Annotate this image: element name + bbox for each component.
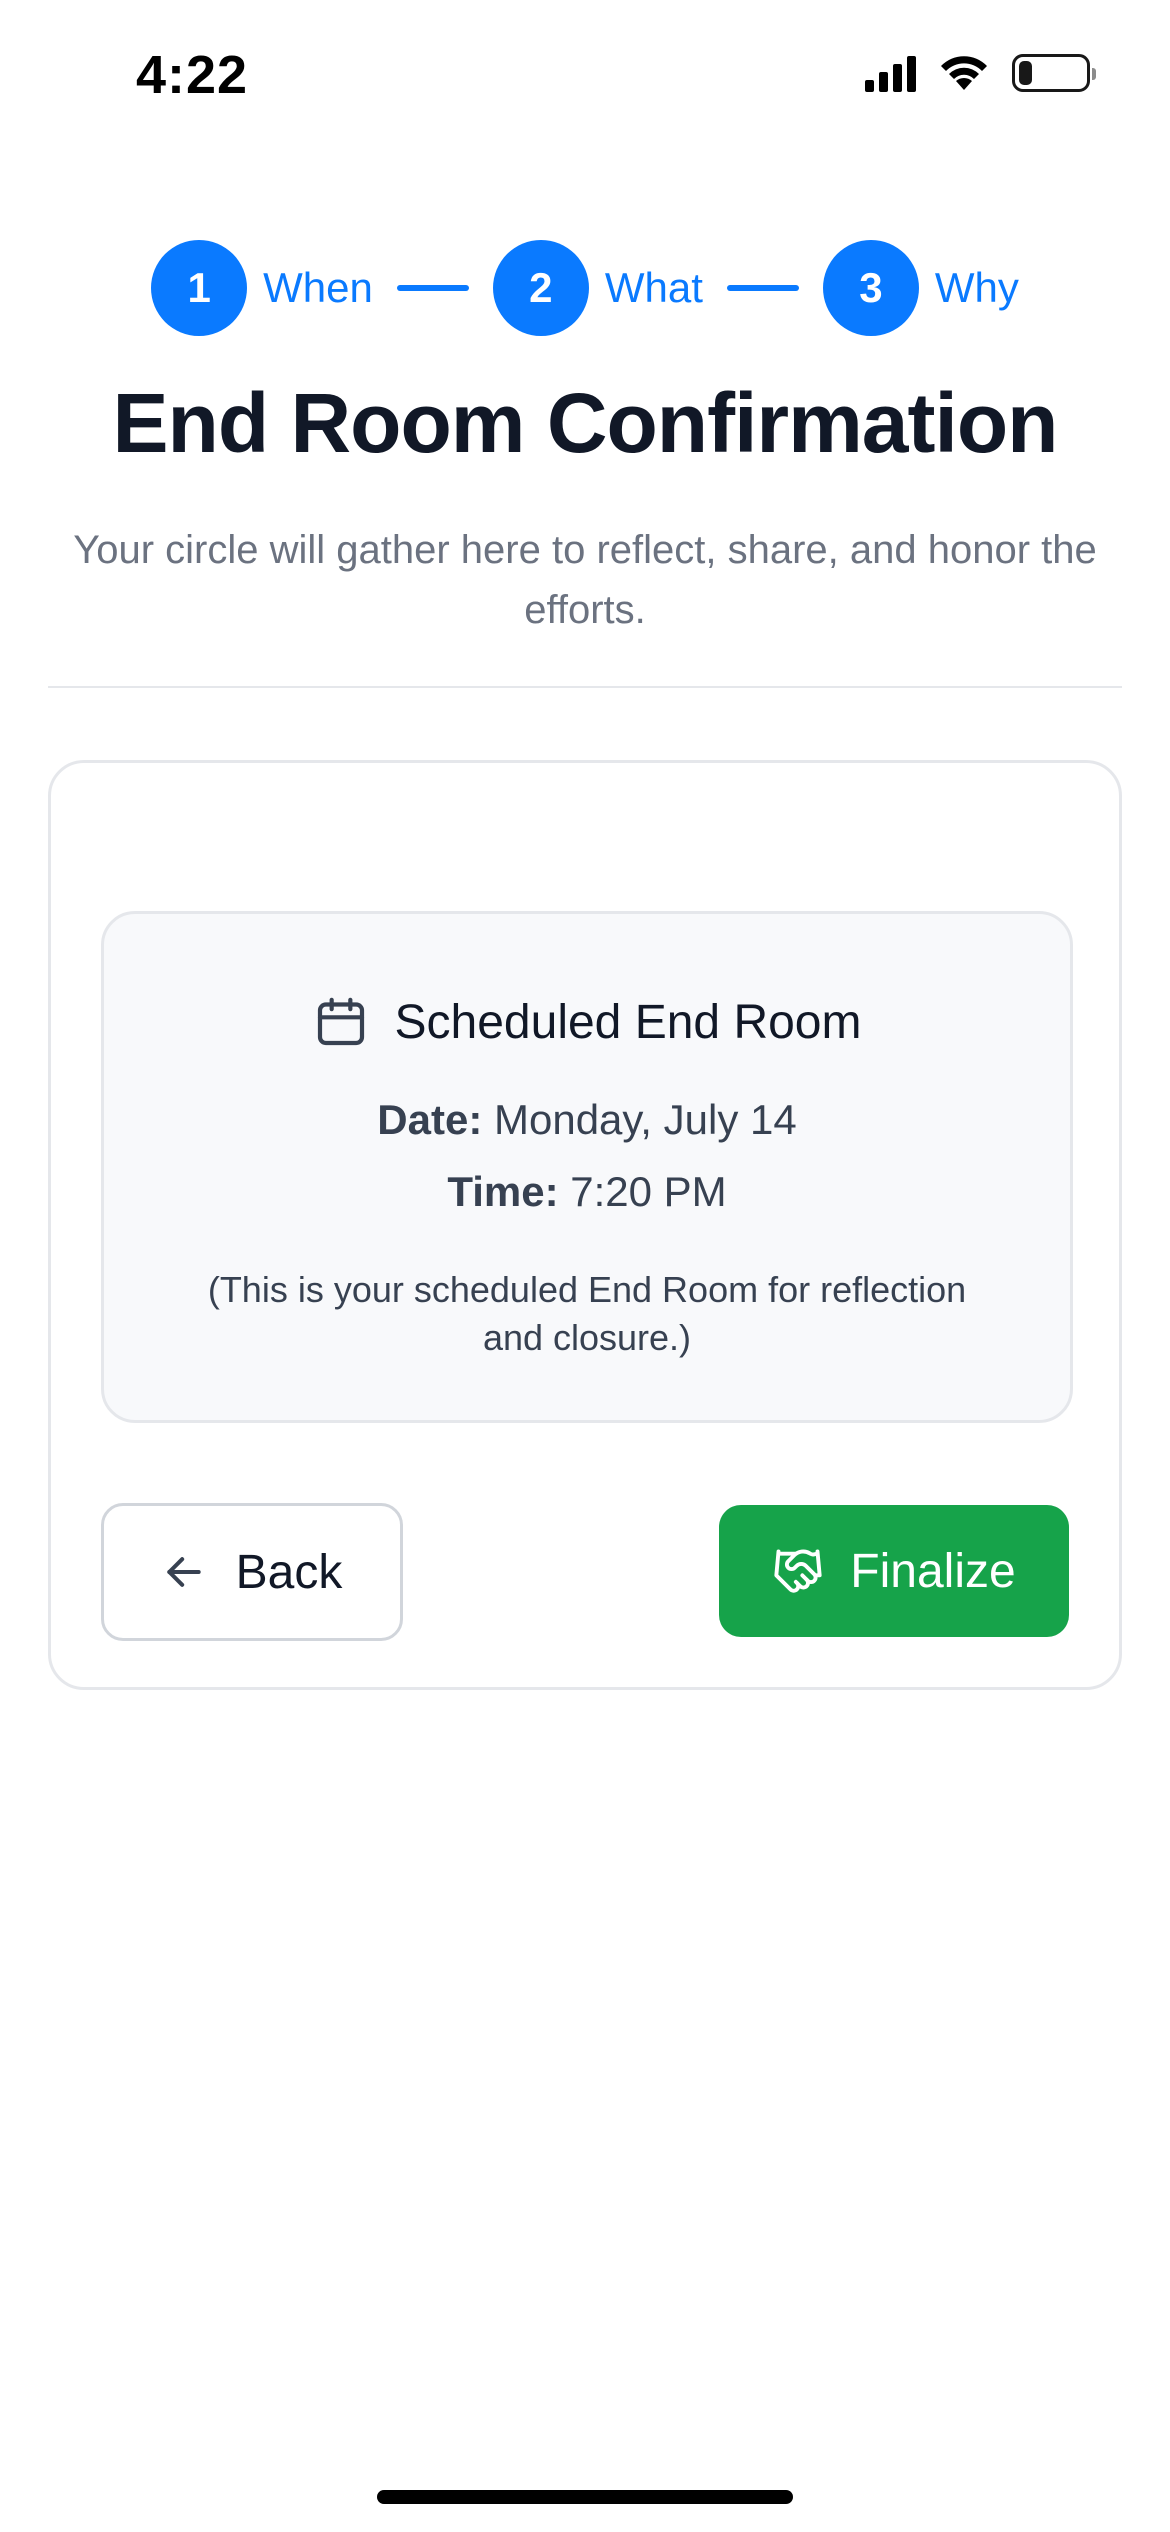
- status-bar: 4:22: [0, 0, 1170, 150]
- confirmation-card: Scheduled End Room Date: Monday, July 14…: [48, 760, 1122, 1690]
- page-subtitle: Your circle will gather here to reflect,…: [73, 528, 1097, 632]
- time-value: 7:20 PM: [570, 1168, 727, 1215]
- step-label: What: [604, 264, 703, 311]
- schedule-date: Date: Monday, July 14: [104, 1096, 1070, 1144]
- cellular-signal-icon: [865, 54, 916, 92]
- step-label: Why: [934, 264, 1019, 311]
- date-value: Monday, July 14: [493, 1096, 797, 1143]
- handshake-icon: [774, 1549, 822, 1593]
- step-connector: [396, 285, 469, 291]
- back-button[interactable]: Back: [101, 1503, 403, 1641]
- page-title: End Room Confirmation: [112, 376, 1059, 470]
- step-when[interactable]: 1 When: [151, 240, 373, 336]
- battery-icon: [1012, 54, 1096, 92]
- step-number: 3: [822, 240, 919, 336]
- wifi-icon: [941, 56, 987, 90]
- schedule-note: (This is your scheduled End Room for ref…: [207, 1269, 967, 1358]
- arrow-left-icon: [166, 1557, 201, 1587]
- screen: 4:22 1 When 2 What 3 Why End Room Confir…: [0, 0, 1170, 2532]
- schedule-heading: Scheduled End Room: [104, 994, 1070, 1050]
- stepper: 1 When 2 What 3 Why: [0, 238, 1170, 338]
- schedule-info-box: Scheduled End Room Date: Monday, July 14…: [101, 911, 1073, 1423]
- date-label: Date:: [377, 1096, 483, 1143]
- step-label: When: [263, 264, 373, 311]
- finalize-button[interactable]: Finalize: [719, 1505, 1069, 1637]
- battery-level: [1019, 61, 1032, 85]
- home-indicator[interactable]: [377, 2490, 793, 2504]
- status-time: 4:22: [136, 45, 249, 105]
- schedule-heading-text: Scheduled End Room: [394, 995, 862, 1049]
- finalize-button-label: Finalize: [850, 1544, 1016, 1598]
- calendar-icon: [317, 997, 364, 1046]
- step-number: 1: [151, 240, 248, 336]
- step-number: 2: [492, 240, 589, 336]
- step-connector: [726, 285, 799, 291]
- status-icons: [865, 54, 1096, 92]
- step-why[interactable]: 3 Why: [822, 240, 1019, 336]
- time-label: Time:: [447, 1168, 559, 1215]
- back-button-label: Back: [235, 1545, 343, 1599]
- step-what[interactable]: 2 What: [492, 240, 703, 336]
- schedule-time: Time: 7:20 PM: [104, 1168, 1070, 1216]
- divider: [48, 686, 1122, 688]
